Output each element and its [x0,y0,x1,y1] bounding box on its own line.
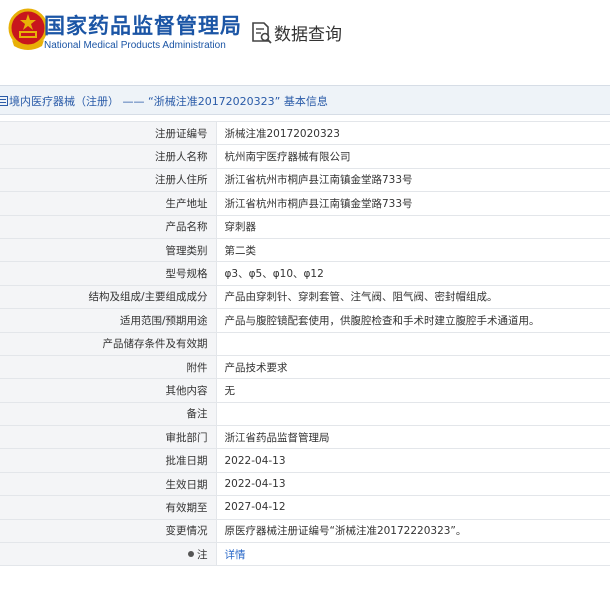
row-value [216,332,610,356]
breadcrumb-title: 境内医疗器械（注册） —— “浙械注准20172020323” 基本信息 [9,95,328,108]
row-value: 第二类 [216,238,610,263]
row-label: 批准日期 [0,448,217,473]
row-label: 注册证编号 [0,121,217,146]
row-value: 产品技术要求 [216,355,610,380]
table-row: 备注 [0,402,610,427]
table-row: 审批部门 浙江省药品监督管理局 [0,425,610,450]
table-row: 注册人住所 浙江省杭州市桐庐县江南镇金堂路733号 [0,168,610,193]
breadcrumb-text-wrap: 境内医疗器械（注册） —— “浙械注准20172020323” 基本信息 [0,93,328,109]
breadcrumb: 境内医疗器械（注册） —— “浙械注准20172020323” 基本信息 [0,85,610,115]
row-label: 生效日期 [0,472,217,497]
detail-link[interactable]: 详情 [225,549,246,561]
query-title: 数据查询 [274,25,342,45]
table-row: 适用范围/预期用途 产品与腹腔镜配套使用，供腹腔检查和手术时建立腹腔手术通道用。 [0,308,610,333]
row-label: 附件 [0,355,217,380]
row-value: 穿刺器 [216,215,610,239]
table-row: 注册人名称 杭州南宇医疗器械有限公司 [0,144,610,169]
row-label: 结构及组成/主要组成成分 [0,285,217,310]
table-row: 型号规格 φ3、φ5、φ10、φ12 [0,261,610,286]
list-icon [0,96,8,106]
org-name-en: National Medical Products Administration [44,40,226,51]
row-value: 杭州南宇医疗器械有限公司 [216,144,610,169]
site-header: 国家药品监督管理局 National Medical Products Admi… [0,0,610,60]
row-label: 备注 [0,402,217,427]
row-value: φ3、φ5、φ10、φ12 [216,261,610,286]
row-label: 产品名称 [0,215,217,239]
table-row: 批准日期 2022-04-13 [0,448,610,473]
row-label: 变更情况 [0,519,217,544]
document-search-icon [252,22,272,44]
note-dot-icon [188,550,194,557]
info-rows: 注册证编号 浙械注准20172020323 注册人名称 杭州南宇医疗器械有限公司 注册人… [0,121,610,544]
table-row: 产品名称 穿刺器 [0,215,610,239]
row-label: 审批部门 [0,425,217,450]
row-value: 2022-04-13 [216,472,610,497]
table-row: 有效期至 2027-04-12 [0,495,610,520]
row-label: 注 [0,542,217,567]
table-row: 生效日期 2022-04-13 [0,472,610,497]
row-value: 浙江省杭州市桐庐县江南镇金堂路733号 [216,191,610,216]
row-value: 浙械注准20172020323 [216,121,610,146]
org-name-cn: 国家药品监督管理局 [44,14,242,38]
row-label: 注册人住所 [0,168,217,193]
table-row: 变更情况 原医疗器械注册证编号“浙械注准20172220323”。 [0,519,610,544]
table-row: 附件 产品技术要求 [0,355,610,380]
row-label: 管理类别 [0,238,217,263]
row-value: 原医疗器械注册证编号“浙械注准20172220323”。 [216,519,610,544]
row-label: 产品储存条件及有效期 [0,332,217,356]
table-row: 其他内容无 [0,378,610,403]
row-value: 产品由穿刺针、穿刺套管、注气阀、阻气阀、密封帽组成。 [216,285,610,310]
row-label: 生产地址 [0,191,217,216]
row-value: 详情 [216,542,610,567]
row-label: 适用范围/预期用途 [0,308,217,333]
row-value: 浙江省药品监督管理局 [216,425,610,450]
note-label: 注 [197,548,208,561]
table-row: 管理类别 第二类 [0,238,610,263]
row-value [216,402,610,427]
table-row: 结构及组成/主要组成成分 产品由穿刺针、穿刺套管、注气阀、阻气阀、密封帽组成。 [0,285,610,310]
table-row: 产品储存条件及有效期 [0,332,610,356]
row-value: 产品与腹腔镜配套使用，供腹腔检查和手术时建立腹腔手术通道用。 [216,308,610,333]
row-label: 其他内容 [0,378,217,403]
row-value: 2022-04-13 [216,448,610,473]
row-label: 注册人名称 [0,144,217,169]
row-label: 有效期至 [0,495,217,520]
table-row: 注册证编号 浙械注准20172020323 [0,121,610,146]
table-row: 生产地址 浙江省杭州市桐庐县江南镇金堂路733号 [0,191,610,216]
device-info-table: 注册证编号 浙械注准20172020323 注册人名称 杭州南宇医疗器械有限公司 注册人… [0,121,610,567]
table-row-note: 注 详情 [0,542,610,567]
row-label: 型号规格 [0,261,217,286]
row-value: 浙江省杭州市桐庐县江南镇金堂路733号 [216,168,610,193]
row-value: 2027-04-12 [216,495,610,520]
row-value: 无 [216,378,610,403]
